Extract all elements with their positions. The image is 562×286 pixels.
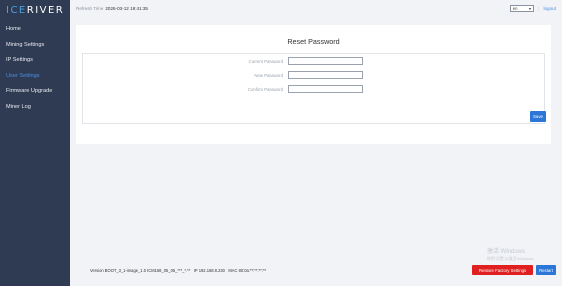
chevron-down-icon: ▼ <box>528 6 532 11</box>
restore-factory-settings-button[interactable]: Restore Factory Settings <box>472 265 533 275</box>
sidebar-item-firmware-upgrade[interactable]: Firmware Upgrade <box>0 84 70 100</box>
status-footer: Version BOOT_3_1-image_1.0 ICM168_05_05_… <box>70 263 562 277</box>
watermark-subtitle: 转到"设置"以激活 Windows。 <box>487 257 537 261</box>
reset-password-card: Reset Password Current Password New Pass… <box>76 25 551 144</box>
version-label: Version <box>90 267 104 273</box>
mac-value: 80:0a:**:**:**:** <box>238 267 267 273</box>
mac-label: MAC <box>228 267 238 273</box>
device-info: Version BOOT_3_1-image_1.0 ICM168_05_05_… <box>90 268 266 273</box>
password-form: Current Password New Password Confirm Pa… <box>82 53 545 124</box>
sidebar-item-miner-log[interactable]: Miner Log <box>0 100 70 116</box>
sidebar-item-ip-settings[interactable]: IP Settings <box>0 53 70 69</box>
top-bar: Refresh Time 2026-03-12 19:41:35 en ▼ | … <box>70 0 562 17</box>
current-password-field[interactable] <box>288 57 363 65</box>
version-value: BOOT_3_1-image_1.0 ICM168_05_05_***_*.** <box>104 267 191 273</box>
top-bar-actions: en ▼ | logout <box>510 5 556 12</box>
sidebar-item-mining-settings[interactable]: Mining Settings <box>0 38 70 54</box>
confirm-password-label: Confirm Password <box>247 86 283 92</box>
ip-label: IP <box>193 267 198 273</box>
confirm-password-field[interactable] <box>288 85 363 93</box>
sidebar-item-home[interactable]: Home <box>0 22 70 38</box>
current-password-label: Current Password <box>248 58 283 64</box>
current-password-row: Current Password <box>83 57 544 65</box>
new-password-field[interactable] <box>288 71 363 79</box>
new-password-row: New Password <box>83 71 544 79</box>
page-title: Reset Password <box>287 37 340 46</box>
language-value: en <box>512 6 518 11</box>
refresh-label: Refresh Time <box>76 6 104 11</box>
sidebar: ICE RIVER Home Mining Settings IP Setting… <box>0 0 70 286</box>
logo-suffix: RIVER <box>26 4 65 16</box>
ip-value: 192.168.8.230 <box>198 267 225 273</box>
language-select[interactable]: en ▼ <box>510 5 535 12</box>
divider: | <box>538 6 540 11</box>
new-password-label: New Password <box>254 72 283 78</box>
sidebar-nav: Home Mining Settings IP Settings User Se… <box>0 22 70 115</box>
logout-link[interactable]: logout <box>543 6 556 11</box>
logo-prefix: ICE <box>6 4 27 16</box>
watermark-title: 激活 Windows <box>487 249 526 255</box>
restart-button[interactable]: Restart <box>536 265 556 275</box>
save-button[interactable]: Save <box>530 111 546 122</box>
footer-actions: Restore Factory Settings Restart <box>472 265 556 275</box>
sidebar-item-user-settings[interactable]: User Settings <box>0 69 70 85</box>
windows-activation-watermark: 激活 Windows 转到"设置"以激活 Windows。 <box>487 249 537 263</box>
refresh-time: 2026-03-12 19:41:35 <box>105 6 148 11</box>
confirm-password-row: Confirm Password <box>83 85 544 93</box>
brand-logo: ICE RIVER <box>0 0 70 20</box>
